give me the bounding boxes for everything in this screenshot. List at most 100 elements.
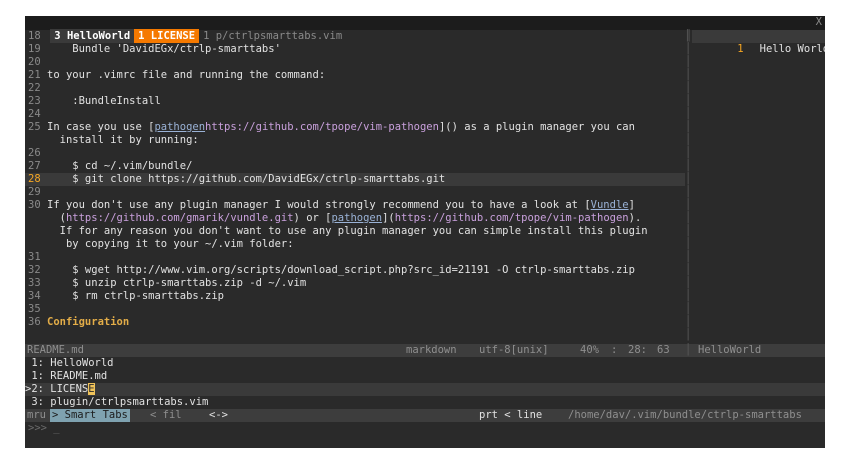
line-text: $ unzip ctrlp-smarttabs.zip -d ~/.vim (47, 277, 307, 289)
ctrlp-prt: prt < line (479, 409, 543, 421)
status-right-file: HelloWorld (698, 344, 762, 356)
markdown-link-url[interactable]: https://github.com/tpope/vim-pathogen (395, 212, 629, 224)
split-separator-char: │ (685, 160, 692, 172)
split-separator-char: │ (685, 212, 692, 224)
markdown-link-text[interactable]: Vundle (591, 199, 629, 211)
ctrlp-mode-smarttabs[interactable]: > Smart Tabs (50, 409, 130, 422)
right-line-number: 1 (737, 43, 744, 55)
line-number: 25 (28, 121, 41, 133)
split-separator-char: │ (685, 43, 692, 55)
line-text: to your .vimrc file and running the comm… (47, 69, 326, 81)
line-number: 23 (28, 95, 41, 107)
ctrlp-mode-next[interactable]: < fil (150, 409, 182, 422)
line-text: Bundle 'DavidEGx/ctrlp-smarttabs' (47, 43, 281, 55)
editor-line: 24 (25, 108, 685, 121)
split-separator-char: │ (685, 225, 692, 237)
markdown-link-text[interactable]: pathogen (154, 121, 205, 133)
line-number: 30 (28, 199, 41, 211)
line-number: 31 (28, 251, 41, 263)
ctrlp-arrows: <-> (209, 409, 228, 421)
split-separator-char: │ (685, 173, 692, 185)
status-col: 63 (657, 344, 670, 356)
mru-item-label: 3: plugin/ctrlpsmarttabs.vim (31, 396, 209, 408)
markdown-link-url[interactable]: https://github.com/tpope/vim-pathogen (205, 121, 439, 133)
line-number: 33 (28, 277, 41, 289)
line-text: ] (628, 199, 635, 211)
line-text: If you don't use any plugin manager I wo… (47, 199, 591, 211)
line-text: $ rm ctrlp-smarttabs.zip (47, 290, 225, 302)
editor-line: 20 (25, 56, 685, 69)
mru-item[interactable]: 1: HelloWorld (25, 357, 825, 370)
line-number: 34 (28, 290, 41, 302)
line-number: 29 (28, 186, 41, 198)
line-number: 21 (28, 69, 41, 81)
right-line-text: Hello World! (759, 43, 825, 55)
line-text: ( (47, 212, 66, 224)
mru-item[interactable]: 1: README.md (25, 370, 825, 383)
editor-line: 22 (25, 82, 685, 95)
status-percent: 40% (580, 344, 599, 356)
line-text: ]( (438, 121, 452, 133)
split-separator-char: │ (685, 147, 692, 159)
editor-line: 29 (25, 186, 685, 199)
statusline: README.md markdown utf-8[unix] 40% : 28:… (25, 344, 825, 357)
split-separator-char: │ (685, 264, 692, 276)
line-text: by copying it to your ~/.vim folder: (47, 238, 294, 250)
editor-line: install it by running: (25, 134, 685, 147)
editor-line: by copying it to your ~/.vim folder: (25, 238, 685, 251)
status-line: 28: (628, 344, 647, 356)
markdown-link-text[interactable]: pathogen (331, 212, 382, 224)
line-text: $ git clone https://github.com/DavidEGx/… (47, 173, 446, 185)
close-tab-button[interactable]: X (816, 16, 822, 29)
status-encoding: utf-8[unix] (479, 344, 549, 356)
split-separator-char: │ (685, 82, 692, 94)
line-number: 35 (28, 303, 41, 315)
editor-line: 30 If you don't use any plugin manager I … (25, 199, 685, 212)
line-text: In case you use [ (47, 121, 155, 133)
split-separator-char: │ (685, 329, 692, 341)
ctrlp-path: /home/dav/.vim/bundle/ctrlp-smarttabs (568, 409, 802, 421)
editor-line: If for any reason you don't want to use … (25, 225, 685, 238)
editor-line: 25 In case you use [pathogenhttps://githu… (25, 121, 685, 134)
editor-line: (https://github.com/gmarik/vundle.git) o… (25, 212, 685, 225)
status-separator: : (611, 344, 618, 356)
line-number: 19 (28, 43, 41, 55)
editor-line: 26 (25, 147, 685, 160)
split-separator-char: │ (685, 186, 692, 198)
mru-item-label: 1: README.md (31, 370, 108, 382)
editor-line: 23 :BundleInstall (25, 95, 685, 108)
ctrlp-statusbar: mru > Smart Tabs < fil <-> prt < line /h… (25, 409, 825, 422)
line-text: ) as a plugin manager you can (451, 121, 635, 133)
split-separator-char: │ (685, 316, 692, 328)
split-separator-char: │ (685, 199, 692, 211)
editor-line: 28 $ git clone https://github.com/DavidE… (25, 173, 685, 186)
line-text: ]( (382, 212, 395, 224)
line-number: 20 (28, 56, 41, 68)
markdown-link-url[interactable]: https://github.com/gmarik/vundle.git (66, 212, 294, 224)
mru-item-label: 1: HelloWorld (31, 357, 114, 369)
line-number: 28 (28, 173, 41, 185)
mru-item[interactable]: 3: plugin/ctrlpsmarttabs.vim (25, 396, 825, 409)
line-text: If for any reason you don't want to use … (47, 225, 648, 237)
split-separator-char: │ (685, 290, 692, 302)
split-separator-char: │ (685, 95, 692, 107)
tab-bar: 3 HelloWorld 1 LICENSE 1 p/ctrlpsmarttabs.… (25, 16, 825, 43)
editor-line: 18 (25, 30, 685, 43)
mru-item[interactable]: >2: LICENSE (25, 383, 825, 396)
ctrlp-prompt[interactable]: >>> _ (28, 422, 60, 435)
editor-line: 34 $ rm ctrlp-smarttabs.zip (25, 290, 685, 303)
line-text: ) or [ (293, 212, 332, 224)
line-number: 36 (28, 316, 41, 328)
line-text: install it by running: (47, 134, 199, 146)
ctrlp-mode-mru[interactable]: mru (27, 409, 46, 422)
line-number: 26 (28, 147, 41, 159)
status-file: README.md (27, 344, 84, 356)
right-pane-line[interactable]: 1 Hello World! (692, 30, 825, 55)
line-number: 27 (28, 160, 41, 172)
editor-line: 19 Bundle 'DavidEGx/ctrlp-smarttabs' (25, 43, 685, 56)
line-number: 24 (28, 108, 41, 120)
line-text: ). (628, 212, 642, 224)
line-text: $ wget http://www.vim.org/scripts/downlo… (47, 264, 635, 276)
editor-line: 36 Configuration (25, 316, 685, 329)
line-number: 32 (28, 264, 41, 276)
